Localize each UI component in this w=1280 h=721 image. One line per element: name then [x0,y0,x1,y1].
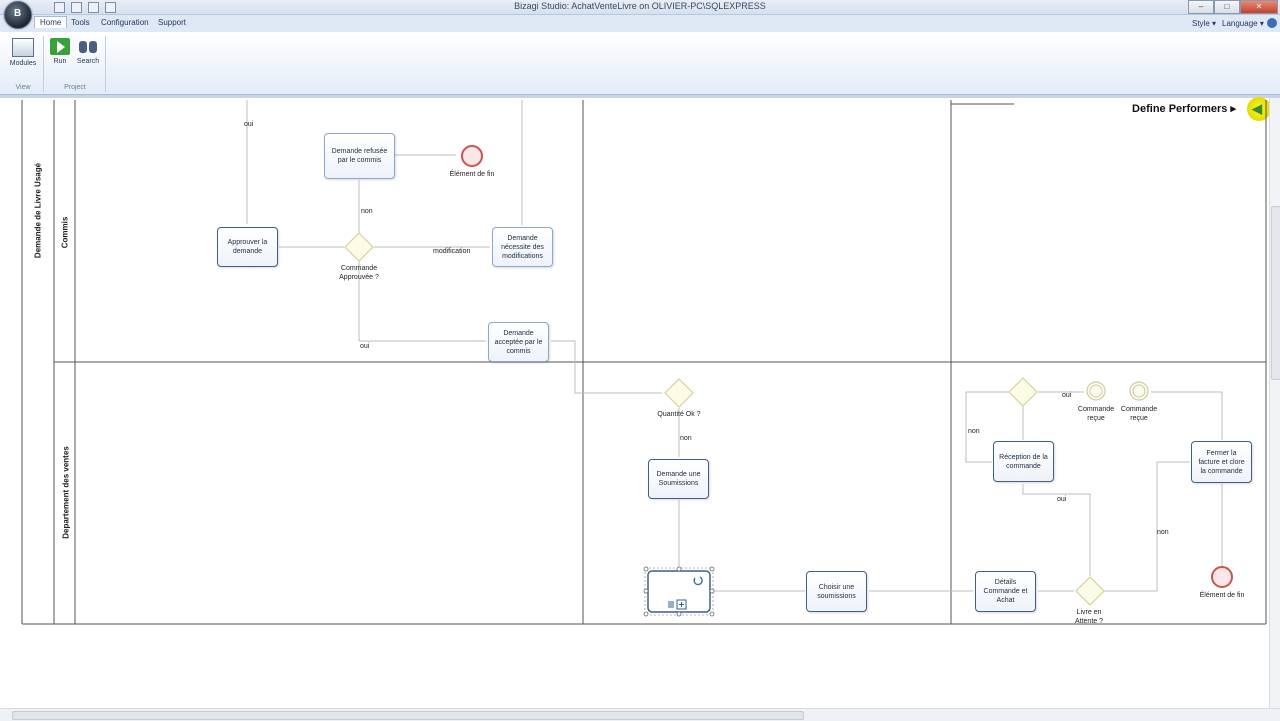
flow-label-non: non [1157,529,1169,536]
task-acceptee[interactable]: Demande acceptée par le commis [488,322,549,362]
flow-label-non: non [968,428,980,435]
vertical-scroll-thumb[interactable] [1271,206,1280,380]
intermediate-event-2[interactable] [1129,381,1149,401]
gateway-livre-en-attente[interactable] [1075,576,1105,606]
lane-title-ventes: Departement des ventes [61,446,71,539]
flow-label-modification: modification [433,248,471,255]
task-approuver[interactable]: Approuver la demande [217,227,278,267]
end-event-1[interactable] [461,145,483,167]
horizontal-scroll-thumb[interactable] [12,711,804,720]
task-fermer[interactable]: Fermer la facture et clore la commande [1191,441,1252,483]
flow-label-oui: oui [1057,496,1067,503]
subprocess-multi-instance[interactable] [643,566,715,617]
gateway-quantite-ok[interactable] [664,378,694,408]
flow-label-non: non [361,208,373,215]
pool-title: Demande de Livre Usagé [33,162,43,259]
flow-label-oui: oui [244,121,254,128]
gateway-label-approuvee: Commande Approuvée ? [339,265,379,281]
task-soumissions[interactable]: Demande une Soumissions [648,459,709,499]
task-modifications[interactable]: Demande nécessite des modifications [492,227,553,267]
end-event-label-2: Élément de fin [1199,592,1245,599]
gateway-label-attente: Livre en Attente ? [1074,609,1104,625]
app-menu-button[interactable]: B [4,1,32,29]
end-event-label-1: Élément de fin [449,171,495,178]
end-event-2[interactable] [1211,566,1233,588]
flow-label-non: non [680,435,692,442]
gateway-commande-approuvee[interactable] [344,232,374,262]
task-refusee[interactable]: Demande refusée par le commis [324,133,395,179]
gateway-label-quantite: Quantité Ok ? [657,411,701,418]
vertical-scrollbar[interactable] [1269,98,1280,708]
task-details[interactable]: Détails Commande et Achat [975,571,1036,612]
flow-label-oui: oui [1062,392,1072,399]
bizagi-logo-icon: B [14,8,22,19]
intermediate-event-1[interactable] [1086,381,1106,401]
event-label-recue-2: Commande reçue [1120,406,1158,422]
gateways [344,232,1105,606]
flow-label-oui: oui [360,343,370,350]
event-label-recue-1: Commande reçue [1077,406,1115,422]
task-reception[interactable]: Réception de la commande [993,441,1054,482]
task-choisir[interactable]: Choisir une soumissions [806,571,867,612]
pool-borders [21,100,1267,625]
lane-title-commis: Commis [60,216,70,249]
horizontal-scrollbar[interactable] [0,708,1280,721]
gateway-reception[interactable] [1008,377,1038,407]
